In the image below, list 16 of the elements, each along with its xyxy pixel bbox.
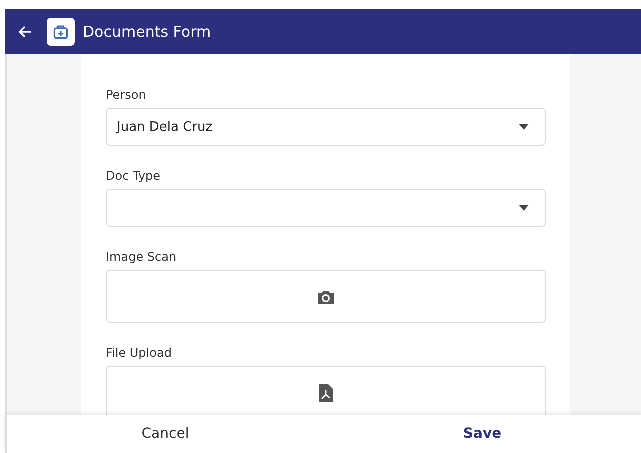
save-button[interactable]: Save bbox=[324, 415, 641, 453]
dropdown-caret-icon bbox=[519, 205, 529, 211]
dropdown-field[interactable]: Juan Dela Cruz bbox=[106, 108, 546, 146]
app-logo-icon bbox=[47, 18, 75, 46]
field-label: Doc Type bbox=[106, 169, 162, 183]
dropdown-field[interactable] bbox=[106, 189, 546, 227]
window-title: Documents Form bbox=[83, 22, 212, 40]
field-label: Image Scan bbox=[106, 250, 178, 264]
camera-icon bbox=[317, 288, 335, 304]
pdf-file-icon bbox=[319, 384, 333, 402]
image-scan-field[interactable] bbox=[106, 270, 546, 323]
back-arrow-icon[interactable] bbox=[17, 24, 33, 40]
dropdown-caret-icon bbox=[519, 124, 529, 130]
field-label: Person bbox=[106, 88, 148, 102]
cancel-button[interactable]: Cancel bbox=[7, 415, 324, 453]
field-label: File Upload bbox=[106, 346, 173, 360]
